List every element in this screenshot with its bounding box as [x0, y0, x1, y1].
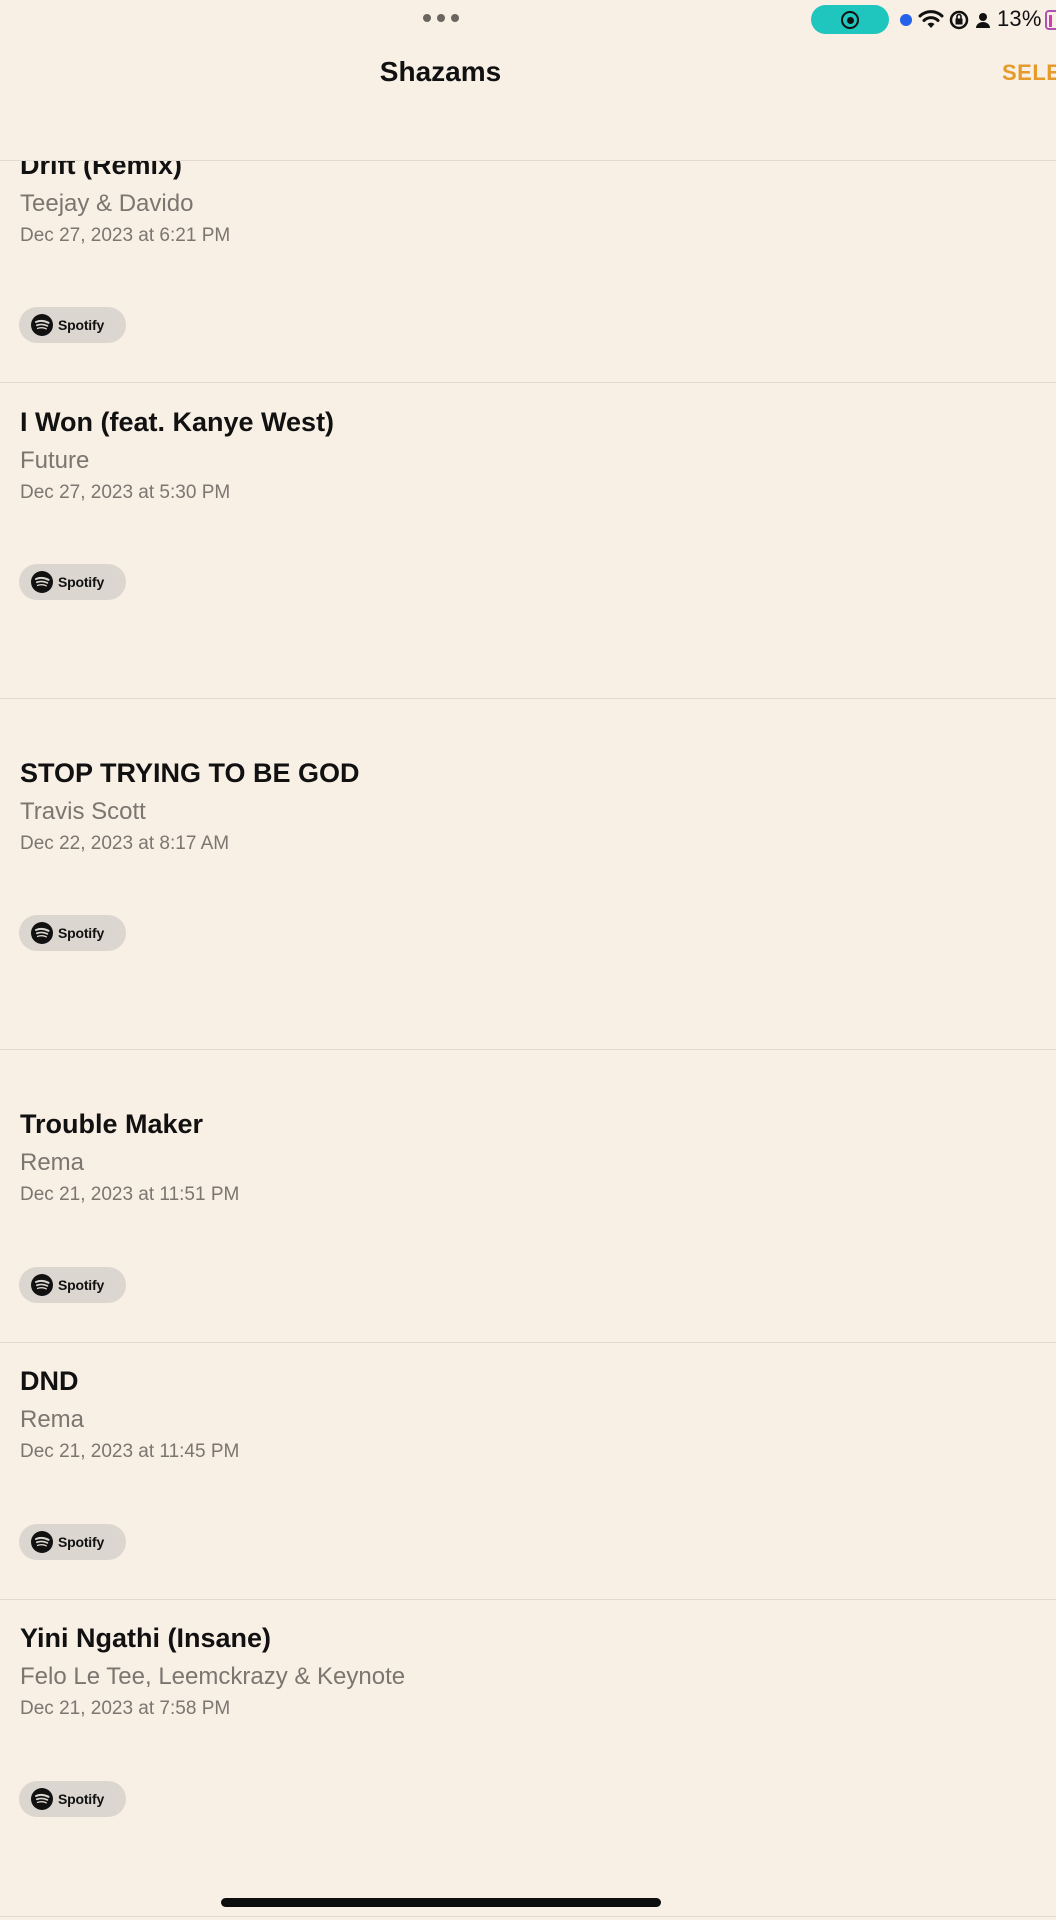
- spotify-icon: [31, 1531, 53, 1553]
- open-in-spotify-button[interactable]: Spotify: [19, 1524, 126, 1560]
- spotify-label: Spotify: [58, 574, 105, 590]
- song-artist: Rema: [20, 1406, 85, 1433]
- song-title: STOP TRYING TO BE GOD: [20, 758, 360, 788]
- spotify-icon: [31, 1274, 53, 1296]
- row-divider: [0, 382, 1056, 383]
- shazam-list[interactable]: Drift (Remix) Teejay & Davido Dec 27, 20…: [0, 161, 1056, 1920]
- row-divider: [0, 1599, 1056, 1600]
- song-artist: Rema: [20, 1149, 85, 1176]
- bottom-divider: [0, 1916, 1056, 1917]
- page-title: Shazams: [379, 56, 502, 87]
- spotify-label: Spotify: [58, 1534, 105, 1550]
- song-title: Yini Ngathi (Insane): [20, 1623, 272, 1653]
- open-in-spotify-button[interactable]: Spotify: [19, 564, 126, 600]
- spotify-label: Spotify: [58, 317, 105, 333]
- open-in-spotify-button[interactable]: Spotify: [19, 307, 126, 343]
- song-artist: Teejay & Davido: [20, 190, 194, 217]
- spotify-icon: [31, 1788, 53, 1810]
- spotify-label: Spotify: [58, 925, 105, 941]
- shazam-date: Dec 21, 2023 at 11:51 PM: [20, 1184, 240, 1205]
- song-artist: Felo Le Tee, Leemckrazy & Keynote: [20, 1663, 406, 1690]
- shazam-date: Dec 27, 2023 at 5:30 PM: [20, 482, 231, 503]
- multitask-dots-icon[interactable]: [423, 14, 459, 22]
- song-title: DND: [20, 1366, 79, 1396]
- home-indicator[interactable]: [221, 1898, 661, 1907]
- song-title: Drift (Remix): [20, 161, 183, 180]
- open-in-spotify-button[interactable]: Spotify: [19, 1267, 126, 1303]
- select-button[interactable]: SELE: [1002, 60, 1056, 86]
- orientation-lock-icon: [949, 10, 969, 30]
- open-in-spotify-button[interactable]: Spotify: [19, 915, 126, 951]
- row-divider: [0, 1049, 1056, 1050]
- spotify-label: Spotify: [58, 1791, 105, 1807]
- battery-icon: [1045, 10, 1056, 30]
- location-dot-icon: [900, 14, 912, 26]
- spotify-label: Spotify: [58, 1277, 105, 1293]
- shazam-date: Dec 21, 2023 at 11:45 PM: [20, 1441, 240, 1462]
- song-title: I Won (feat. Kanye West): [20, 407, 335, 437]
- open-in-spotify-button[interactable]: Spotify: [19, 1781, 126, 1817]
- shazam-date: Dec 21, 2023 at 7:58 PM: [20, 1698, 231, 1719]
- shazams-screen: 13% Shazams SELE Drift (Remix) Teejay & …: [0, 0, 1056, 1920]
- song-title: Trouble Maker: [20, 1109, 204, 1139]
- spotify-icon: [31, 314, 53, 336]
- shazam-date: Dec 27, 2023 at 6:21 PM: [20, 225, 231, 246]
- song-artist: Future: [20, 447, 90, 474]
- shazam-date: Dec 22, 2023 at 8:17 AM: [20, 833, 230, 854]
- screen-recording-icon[interactable]: [811, 5, 889, 34]
- status-bar: 13%: [0, 0, 1056, 40]
- row-divider: [0, 1342, 1056, 1343]
- spotify-icon: [31, 571, 53, 593]
- battery-percentage: 13%: [997, 6, 1042, 31]
- song-artist: Travis Scott: [20, 798, 146, 825]
- person-icon: [976, 13, 990, 28]
- wifi-icon: [918, 10, 944, 28]
- spotify-icon: [31, 922, 53, 944]
- row-divider: [0, 698, 1056, 699]
